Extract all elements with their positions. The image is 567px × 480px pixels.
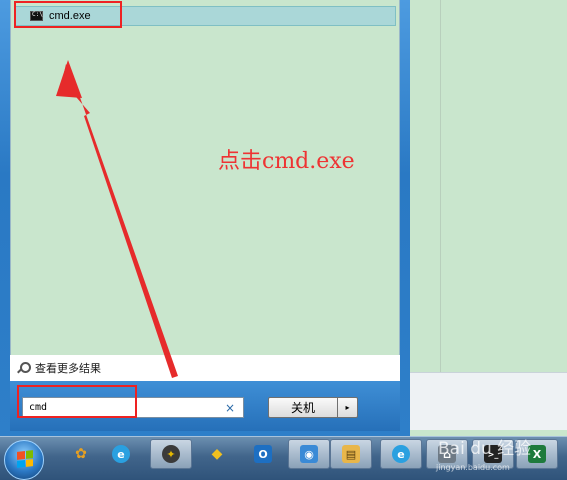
taskbar-quick-0[interactable]: ✿	[60, 439, 102, 469]
taskbar-button-0[interactable]: ✦	[150, 439, 192, 469]
start-button[interactable]	[4, 440, 44, 480]
windows-live-icon: ✿	[75, 446, 87, 462]
taskbar-quick-1[interactable]: e	[100, 439, 142, 469]
windows-logo-icon	[17, 450, 33, 468]
ie-quick-icon: e	[112, 445, 130, 463]
shell-icon: ✦	[162, 445, 180, 463]
annotation-text: 点击cmd.exe	[218, 149, 355, 174]
outlook-icon: O	[254, 445, 272, 463]
taskbar-button-1[interactable]: ◆	[196, 439, 238, 469]
watermark-url: jingyan.baidu.com	[436, 463, 510, 472]
arrow-shape	[60, 64, 178, 378]
taskbar-button-2[interactable]: O	[242, 439, 284, 469]
explorer-icon: ▤	[342, 445, 360, 463]
watermark-logo: Bai du 经验	[438, 439, 532, 459]
ie-icon: e	[392, 445, 410, 463]
arrow-head	[56, 60, 82, 98]
taskbar-button-3[interactable]: ◉	[288, 439, 330, 469]
taskbar-button-4[interactable]: ▤	[330, 439, 372, 469]
remote-desktop-icon: ◉	[300, 445, 318, 463]
annotation-arrow	[56, 60, 178, 378]
messenger-icon: ◆	[211, 446, 223, 462]
taskbar-button-5[interactable]: e	[380, 439, 422, 469]
